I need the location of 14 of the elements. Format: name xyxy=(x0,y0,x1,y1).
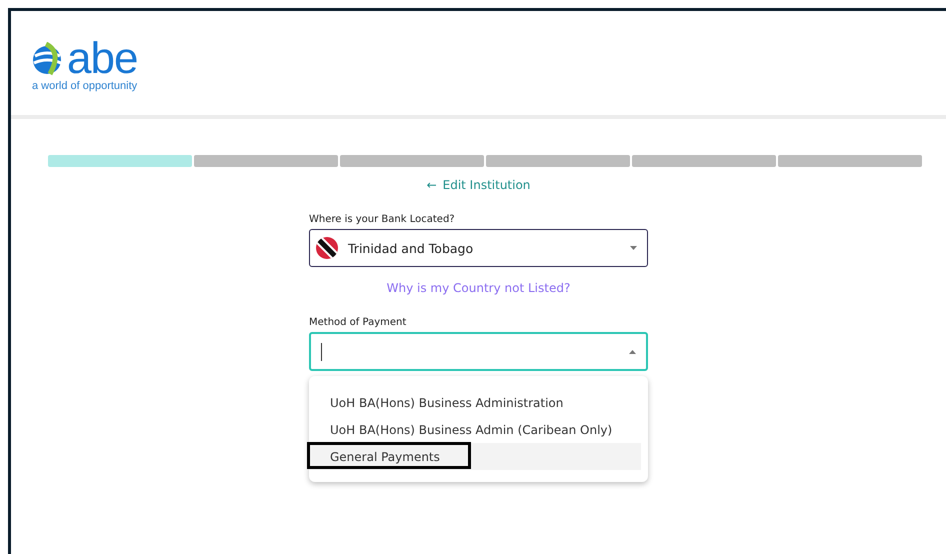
menu-option[interactable]: UoH BA(Hons) Business Administration xyxy=(309,389,641,416)
field-label: Method of Payment xyxy=(309,317,408,328)
dropdown-caret-icon xyxy=(630,246,637,250)
country-select[interactable]: Trinidad and Tobago xyxy=(309,229,648,267)
logo-tagline: a world of opportunity xyxy=(32,80,138,92)
menu-option[interactable]: General Payments xyxy=(309,443,641,470)
field-label: Where is your Bank Located? xyxy=(309,214,456,225)
payment-method-field[interactable] xyxy=(309,332,648,371)
edit-institution-link[interactable]: ← Edit Institution xyxy=(426,178,530,192)
flag-icon xyxy=(316,237,338,259)
menu-option[interactable]: UoH BA(Hons) Business Admin (Caribean Only) xyxy=(309,416,641,443)
country-help-link[interactable]: Why is my Country not Listed? xyxy=(386,281,570,295)
dropdown-caret-icon xyxy=(629,350,636,354)
logo-wordmark: abe xyxy=(67,40,138,78)
